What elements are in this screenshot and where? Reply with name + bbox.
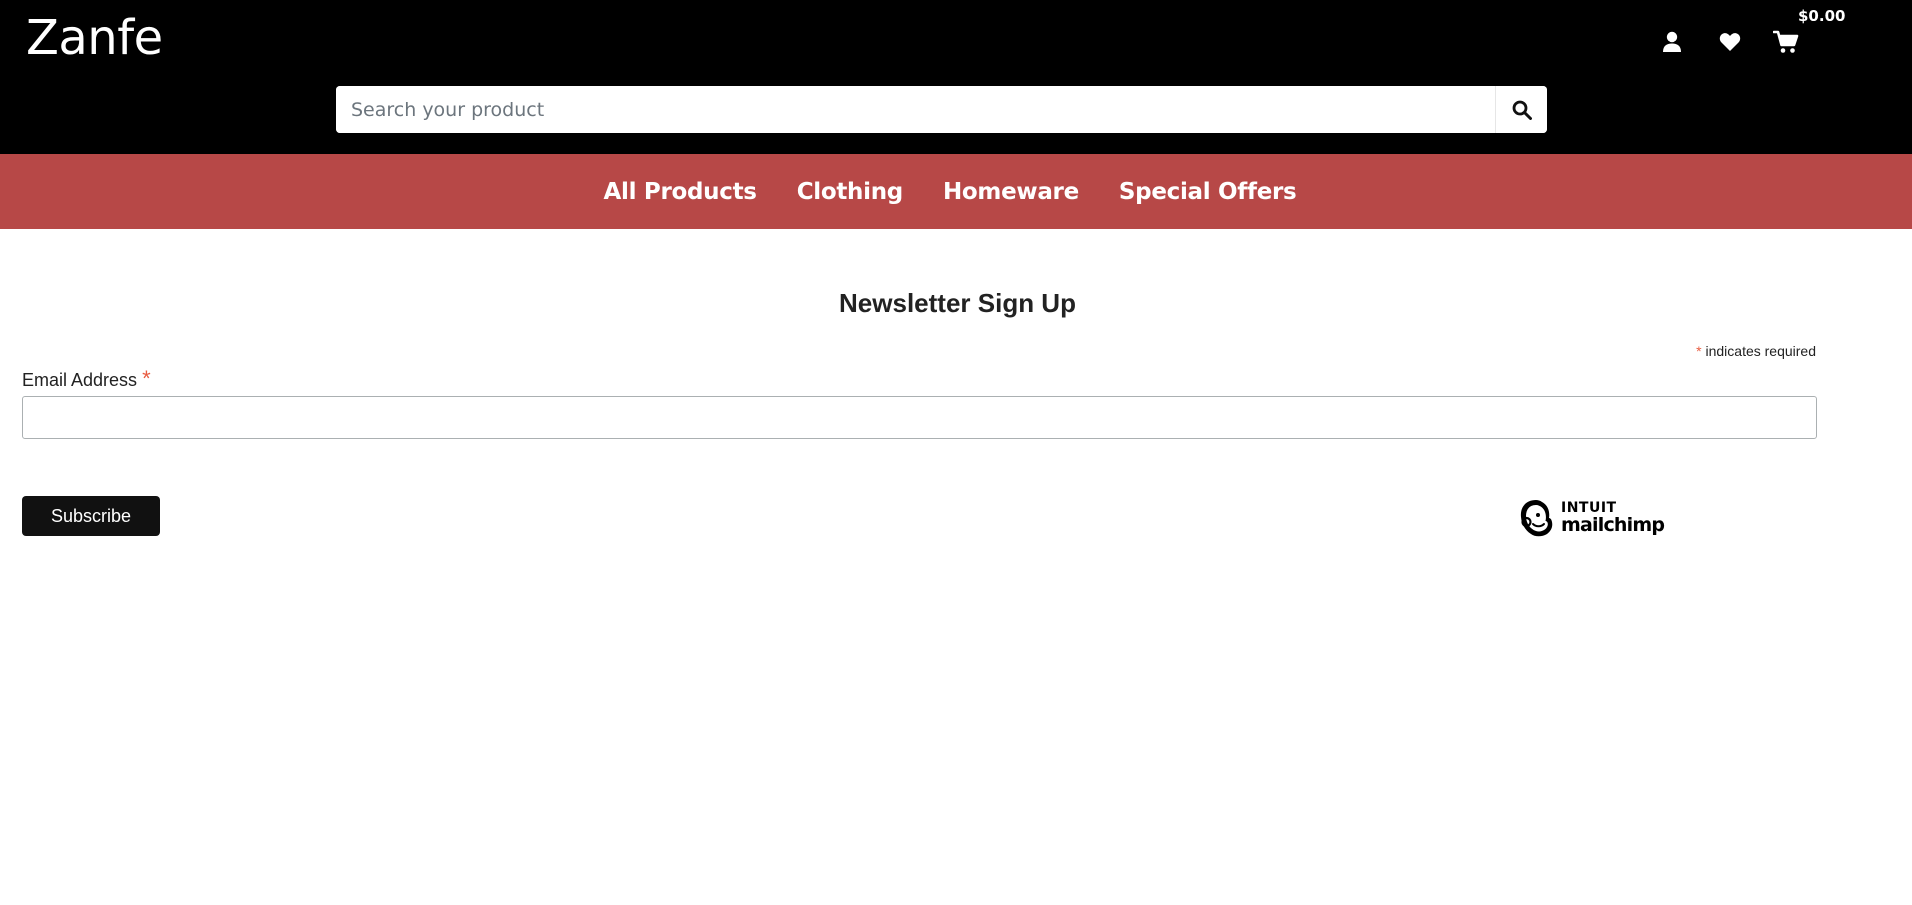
search-input[interactable] bbox=[336, 86, 1495, 133]
email-required-asterisk: * bbox=[142, 366, 151, 391]
site-header: Zanfe $0.00 bbox=[0, 0, 1912, 154]
required-note-text: indicates required bbox=[1705, 343, 1816, 359]
newsletter-title: Newsletter Sign Up bbox=[839, 288, 1076, 318]
email-field[interactable] bbox=[22, 396, 1817, 439]
site-logo[interactable]: Zanfe bbox=[26, 6, 163, 70]
nav-homeware[interactable]: Homeware bbox=[943, 179, 1079, 205]
category-nav: All Products Clothing Homeware Special O… bbox=[0, 154, 1912, 229]
email-label: Email Address * bbox=[22, 367, 151, 392]
mailchimp-freddie-icon bbox=[1520, 500, 1553, 537]
mailchimp-wordmark: INTUIT mailchimp bbox=[1561, 500, 1665, 536]
heart-icon bbox=[1719, 33, 1741, 51]
mailchimp-line1: INTUIT bbox=[1561, 500, 1617, 516]
email-label-text: Email Address bbox=[22, 370, 138, 390]
mailchimp-line2: mailchimp bbox=[1561, 514, 1665, 536]
cart-total[interactable]: $0.00 bbox=[1798, 6, 1845, 26]
search-button[interactable] bbox=[1495, 86, 1547, 133]
required-asterisk: * bbox=[1696, 343, 1702, 359]
cart-icon bbox=[1773, 30, 1799, 53]
nav-clothing[interactable]: Clothing bbox=[797, 179, 904, 205]
mailchimp-badge[interactable]: INTUIT mailchimp bbox=[1516, 496, 1670, 540]
required-note: * indicates required bbox=[1696, 342, 1816, 360]
wishlist-button[interactable] bbox=[1716, 28, 1744, 56]
nav-all-products[interactable]: All Products bbox=[604, 179, 757, 205]
search-icon bbox=[1512, 100, 1532, 120]
nav-special-offers[interactable]: Special Offers bbox=[1119, 179, 1297, 205]
subscribe-button[interactable]: Subscribe bbox=[22, 496, 160, 536]
cart-button[interactable] bbox=[1772, 28, 1800, 56]
user-icon bbox=[1663, 31, 1681, 52]
account-button[interactable] bbox=[1658, 28, 1686, 56]
search-bar bbox=[336, 86, 1547, 133]
category-nav-list: All Products Clothing Homeware Special O… bbox=[604, 179, 1297, 205]
